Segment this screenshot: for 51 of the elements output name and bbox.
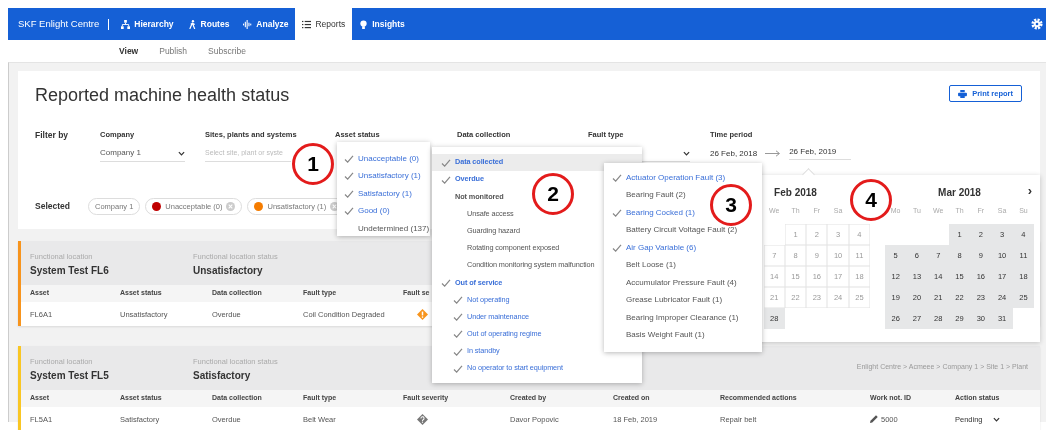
pencil-icon [870,415,878,423]
nav-tab[interactable]: Reports [295,8,353,40]
status-value: Unsatisfactory [193,264,263,277]
menu-option[interactable]: Belt Loose (1) [604,256,680,274]
check-icon [612,208,622,217]
menu-option[interactable]: Bearing Fault (2) [604,186,690,204]
app-title[interactable]: SKF Enlight Centre [18,18,100,30]
list-icon [302,19,312,29]
month-title: Mar 2018 [938,187,981,198]
remove-icon[interactable] [226,201,236,211]
printer-icon [958,89,968,98]
menu-option[interactable]: Basis Weight Fault (1) [604,326,709,344]
menu-option[interactable]: Bearing Cocked (1) [604,204,699,222]
menu-option[interactable]: Air Gap Variable (6) [604,239,701,257]
nav-tab[interactable]: Routes [180,8,237,40]
question-diamond-icon [417,413,428,425]
chevron-down-icon [992,416,1000,422]
location-name: System Test FL6 [30,264,109,277]
warning-diamond-icon [417,308,428,320]
chevron-down-icon [178,150,185,156]
subnav-link[interactable]: Subscribe [208,45,246,57]
check-icon [612,173,622,182]
menu-option[interactable]: Undetermined (137) [337,220,434,238]
filter-label: Filter by [35,130,69,141]
date-field[interactable]: 26 Feb, 2019 [789,146,852,161]
menu-option[interactable]: Unsatisfactory (1) [337,167,425,185]
menu-option[interactable]: Actuator Operation Fault (3) [604,169,730,187]
walking-figure-icon [187,19,197,29]
nav-tab[interactable]: Hierarchy [114,8,181,40]
chevron-down-icon [683,150,690,156]
nav-tab[interactable]: Insights [352,8,412,40]
menu-option[interactable]: Grease Lubricator Fault (1) [604,291,727,309]
subnav-link[interactable]: View [119,45,139,57]
menu-option[interactable]: Accumulator Pressure Fault (4) [604,274,741,292]
status-value: Satisfactory [193,369,251,382]
lightbulb-icon [359,19,369,29]
menu-option[interactable]: Unacceptable (0) [337,150,423,168]
menu-option[interactable]: Bearing Improper Clearance (1) [604,309,743,327]
arrow-right-icon [765,150,782,158]
nav-tab[interactable]: Analyze [236,8,296,40]
date-field[interactable]: 26 Feb, 2018 [710,148,758,159]
settings-icon[interactable] [1031,18,1043,30]
location-name: System Test FL5 [30,369,109,382]
month-title: Feb 2018 [774,187,817,198]
hierarchy-icon [121,19,131,29]
next-month-button[interactable]: › [1027,183,1032,199]
page-title: Reported machine health status [35,84,290,106]
filter-label: Selected [35,201,71,212]
check-icon [612,243,622,252]
waveform-icon [243,19,253,29]
subnav-link[interactable]: Publish [159,45,188,57]
